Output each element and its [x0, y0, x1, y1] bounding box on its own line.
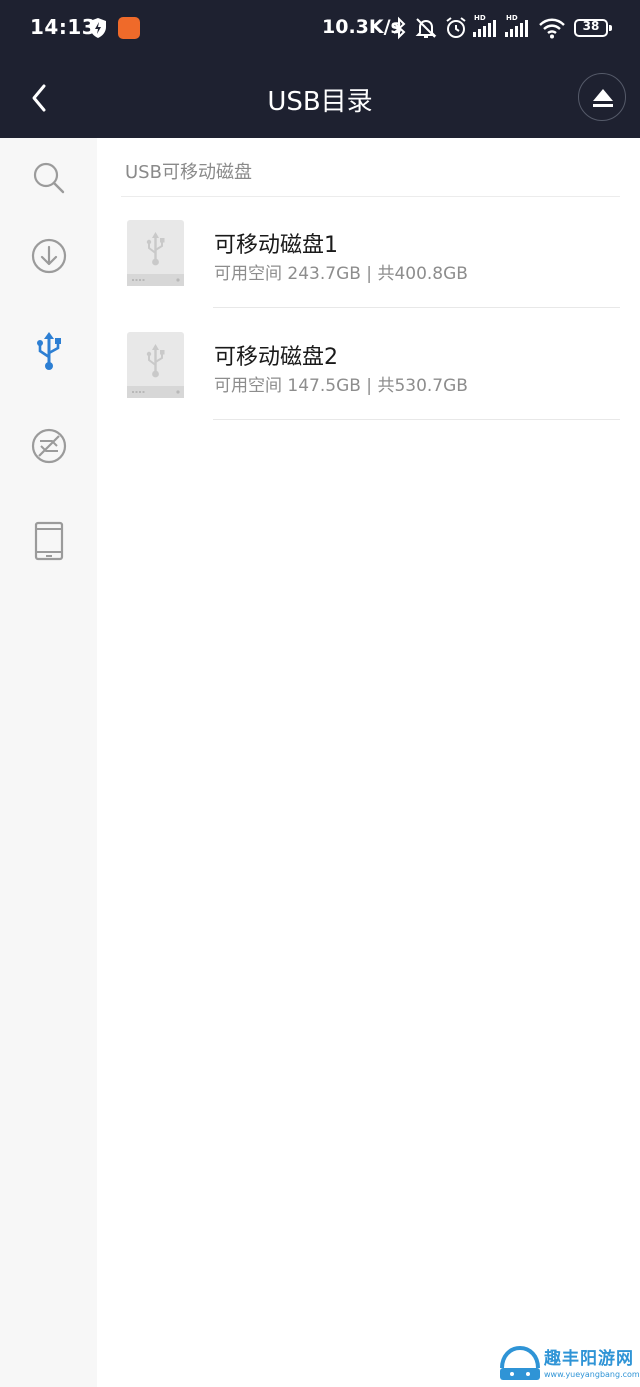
shield-icon	[88, 17, 108, 43]
drive-item[interactable]: 可移动磁盘2 可用空间 147.5GB | 共530.7GB	[97, 309, 640, 420]
drive-item[interactable]: 可移动磁盘1 可用空间 243.7GB | 共400.8GB	[97, 197, 640, 308]
top-bar: 14:13 10.3K/s HD HD 38 USB目录	[0, 0, 640, 138]
tablet-icon	[34, 521, 64, 561]
watermark-title: 趣丰阳游网	[544, 1349, 634, 1369]
bluetooth-icon	[392, 16, 406, 44]
sidebar-item-search[interactable]	[22, 151, 76, 205]
sidebar-item-device[interactable]	[22, 514, 76, 568]
status-time: 14:13	[30, 15, 97, 39]
sidebar	[0, 138, 97, 1387]
watermark-logo-icon	[500, 1345, 540, 1380]
drive-space: 可用空间 147.5GB | 共530.7GB	[214, 376, 468, 396]
sidebar-item-usb[interactable]	[22, 324, 76, 378]
network-speed: 10.3K/s	[322, 16, 402, 38]
drive-space: 可用空间 243.7GB | 共400.8GB	[214, 264, 468, 284]
section-title: USB可移动磁盘	[125, 162, 252, 183]
divider	[213, 419, 620, 420]
usb-icon	[37, 332, 61, 370]
drive-name: 可移动磁盘2	[214, 345, 338, 370]
usb-drive-icon	[127, 332, 184, 398]
drive-name: 可移动磁盘1	[214, 233, 338, 258]
main-content: USB可移动磁盘 可移动磁盘1 可用空间 243.7GB | 共400.8GB	[97, 138, 640, 1387]
bell-off-icon	[414, 16, 438, 44]
battery-level: 38	[582, 19, 600, 33]
sidebar-item-download[interactable]	[22, 229, 76, 283]
usb-drive-icon	[127, 220, 184, 286]
app-notification-icon	[118, 17, 140, 39]
no-signal-icon	[31, 428, 67, 464]
wifi-icon	[538, 16, 566, 44]
page-title: USB目录	[267, 87, 373, 117]
sidebar-item-transfer[interactable]	[22, 419, 76, 473]
watermark: 趣丰阳游网 www.yueyangbang.com	[496, 1342, 640, 1387]
search-icon	[33, 162, 65, 194]
divider	[213, 307, 620, 308]
eject-icon	[593, 89, 613, 107]
battery-indicator: 38	[574, 19, 612, 37]
alarm-icon	[444, 16, 468, 44]
status-bar: 14:13 10.3K/s HD HD 38	[0, 0, 640, 58]
eject-button[interactable]	[578, 73, 626, 121]
signal-icon	[504, 18, 530, 42]
signal-icon	[472, 18, 498, 42]
download-icon	[31, 238, 67, 274]
watermark-url: www.yueyangbang.com	[544, 1370, 640, 1379]
